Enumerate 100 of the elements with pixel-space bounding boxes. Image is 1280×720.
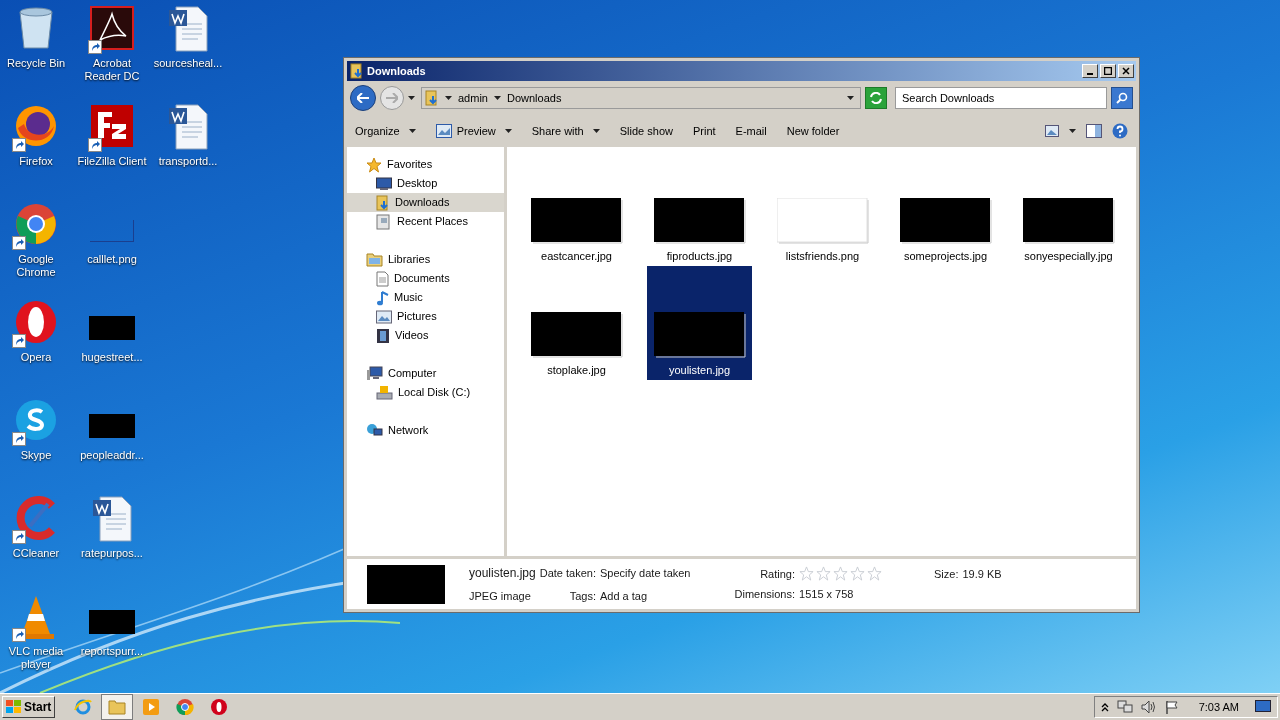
desktop-icon-label[interactable]: Acrobat Reader DC bbox=[74, 57, 150, 83]
rating-star-icon[interactable] bbox=[816, 566, 832, 582]
play-icon bbox=[142, 698, 161, 716]
help-button[interactable] bbox=[1112, 123, 1128, 139]
network-icon[interactable] bbox=[1116, 700, 1133, 714]
picture-icon bbox=[1045, 125, 1059, 137]
field-value[interactable]: Specify date taken bbox=[600, 564, 691, 581]
field-value: 1515 x 758 bbox=[799, 587, 855, 602]
rating-star-icon[interactable] bbox=[799, 566, 815, 582]
desktop-icon-label[interactable]: VLC media player bbox=[0, 645, 74, 671]
word-document-icon bbox=[92, 496, 132, 542]
maximize-icon bbox=[1104, 67, 1112, 75]
chrome-icon bbox=[176, 698, 195, 716]
desktop-icon-label[interactable]: CCleaner bbox=[12, 547, 60, 560]
recent-places-icon bbox=[376, 213, 392, 230]
nav-item[interactable]: Downloads bbox=[347, 193, 504, 212]
command-button[interactable]: Organize bbox=[355, 122, 416, 140]
image-thumbnail bbox=[90, 220, 134, 242]
preview-pane-button[interactable] bbox=[1086, 124, 1102, 138]
ccleaner-icon bbox=[14, 496, 58, 540]
back-arrow-icon bbox=[357, 93, 369, 103]
file-item[interactable]: listsfriends.png bbox=[770, 152, 875, 266]
browser-e-icon bbox=[74, 698, 93, 716]
nav-item[interactable]: Desktop bbox=[347, 174, 504, 193]
acrobat-icon bbox=[90, 6, 134, 50]
command-button[interactable]: New folder bbox=[786, 122, 840, 140]
desktop-icon-label[interactable]: Recycle Bin bbox=[6, 57, 66, 70]
breadcrumb-item[interactable]: Downloads bbox=[506, 89, 562, 107]
search-button[interactable] bbox=[1111, 87, 1133, 109]
command-button[interactable]: Slide show bbox=[619, 122, 673, 140]
chrome-icon bbox=[14, 202, 58, 246]
nav-item[interactable]: Pictures bbox=[347, 307, 504, 326]
maximize-button[interactable] bbox=[1100, 64, 1116, 78]
view-button[interactable] bbox=[1045, 125, 1076, 137]
file-item[interactable]: someprojects.jpg bbox=[893, 152, 998, 266]
desktop-icon-label[interactable]: ratepurpos... bbox=[81, 547, 143, 560]
back-button[interactable] bbox=[350, 85, 376, 111]
command-button[interactable]: Share with bbox=[531, 122, 600, 140]
rating-star-icon[interactable] bbox=[867, 566, 883, 582]
nav-item[interactable]: Network bbox=[347, 421, 504, 440]
close-icon bbox=[1122, 67, 1130, 75]
command-button[interactable]: E-mail bbox=[735, 122, 767, 140]
breadcrumb-item[interactable]: admin bbox=[458, 89, 488, 107]
flag-icon[interactable] bbox=[1164, 700, 1179, 714]
file-item[interactable]: eastcancer.jpg bbox=[524, 152, 629, 266]
filezilla-icon bbox=[90, 104, 134, 148]
caret-icon bbox=[445, 96, 452, 100]
field-label: Dimensions: bbox=[734, 587, 796, 602]
clock[interactable]: 7:03 AM bbox=[1198, 698, 1239, 716]
search-field[interactable]: Search Downloads bbox=[895, 87, 1107, 109]
nav-item[interactable]: Recent Places bbox=[347, 212, 504, 231]
file-item[interactable]: youlisten.jpg bbox=[647, 266, 752, 380]
show-desktop-icon[interactable] bbox=[1255, 700, 1271, 714]
file-item[interactable]: fiproducts.jpg bbox=[647, 152, 752, 266]
desktop-icon-label[interactable]: Google Chrome bbox=[0, 253, 74, 279]
nav-item[interactable]: Videos bbox=[347, 326, 504, 345]
show-hidden-icons-icon[interactable] bbox=[1100, 702, 1109, 712]
desktop-icon-label[interactable]: sourcesheal... bbox=[153, 57, 223, 70]
nav-item[interactable]: Music bbox=[347, 288, 504, 307]
search-icon bbox=[1116, 92, 1128, 104]
desktop-icon-label[interactable]: Opera bbox=[20, 351, 52, 364]
close-button[interactable] bbox=[1118, 64, 1134, 78]
command-button[interactable]: Print bbox=[692, 122, 716, 140]
field-value: 19.9 KB bbox=[962, 567, 1002, 582]
speaker-icon[interactable] bbox=[1140, 700, 1157, 714]
folder-download-icon bbox=[376, 194, 390, 211]
nav-item[interactable]: Local Disk (C:) bbox=[347, 383, 504, 402]
taskbar-button[interactable] bbox=[101, 694, 134, 720]
nav-item[interactable]: Favorites bbox=[347, 155, 504, 174]
nav-item[interactable]: Computer bbox=[347, 364, 504, 383]
nav-item[interactable]: Libraries bbox=[347, 250, 504, 269]
folder-icon bbox=[108, 699, 127, 715]
window-title: Downloads bbox=[367, 63, 426, 79]
refresh-button[interactable] bbox=[865, 87, 887, 109]
network-globe-icon bbox=[366, 423, 383, 438]
desktop-icon-label[interactable]: peopleaddr... bbox=[80, 449, 144, 462]
minimize-button[interactable] bbox=[1082, 64, 1098, 78]
rating-star-icon[interactable] bbox=[850, 566, 866, 582]
monitor-icon bbox=[376, 176, 392, 191]
desktop-icon-label[interactable]: hugestreet... bbox=[81, 351, 143, 364]
caret-icon bbox=[408, 96, 415, 100]
desktop-icon-label[interactable]: FileZilla Client bbox=[77, 155, 147, 168]
desktop-icon-label[interactable]: Firefox bbox=[19, 155, 53, 168]
desktop-icon-label[interactable]: calllet.png bbox=[87, 253, 137, 266]
field-label: Tags: bbox=[568, 588, 596, 604]
image-thumbnail bbox=[89, 414, 135, 438]
start-button[interactable]: Start bbox=[2, 696, 56, 718]
nav-item[interactable]: Documents bbox=[347, 269, 504, 288]
library-folder-icon bbox=[366, 252, 383, 267]
file-item[interactable]: stoplake.jpg bbox=[524, 266, 629, 380]
command-button[interactable]: Preview bbox=[435, 122, 512, 140]
forward-arrow-icon bbox=[386, 93, 398, 103]
desktop-icon-label[interactable]: transportd... bbox=[158, 155, 218, 168]
rating-star-icon[interactable] bbox=[833, 566, 849, 582]
desktop-icon-label[interactable]: Skype bbox=[20, 449, 52, 462]
address-bar[interactable]: admin Downloads bbox=[421, 87, 861, 109]
field-value[interactable]: Add a tag bbox=[600, 587, 691, 605]
field-label: Date taken: bbox=[539, 565, 596, 581]
file-item[interactable]: sonyespecially.jpg bbox=[1016, 152, 1121, 266]
image-thumbnail bbox=[89, 610, 135, 634]
